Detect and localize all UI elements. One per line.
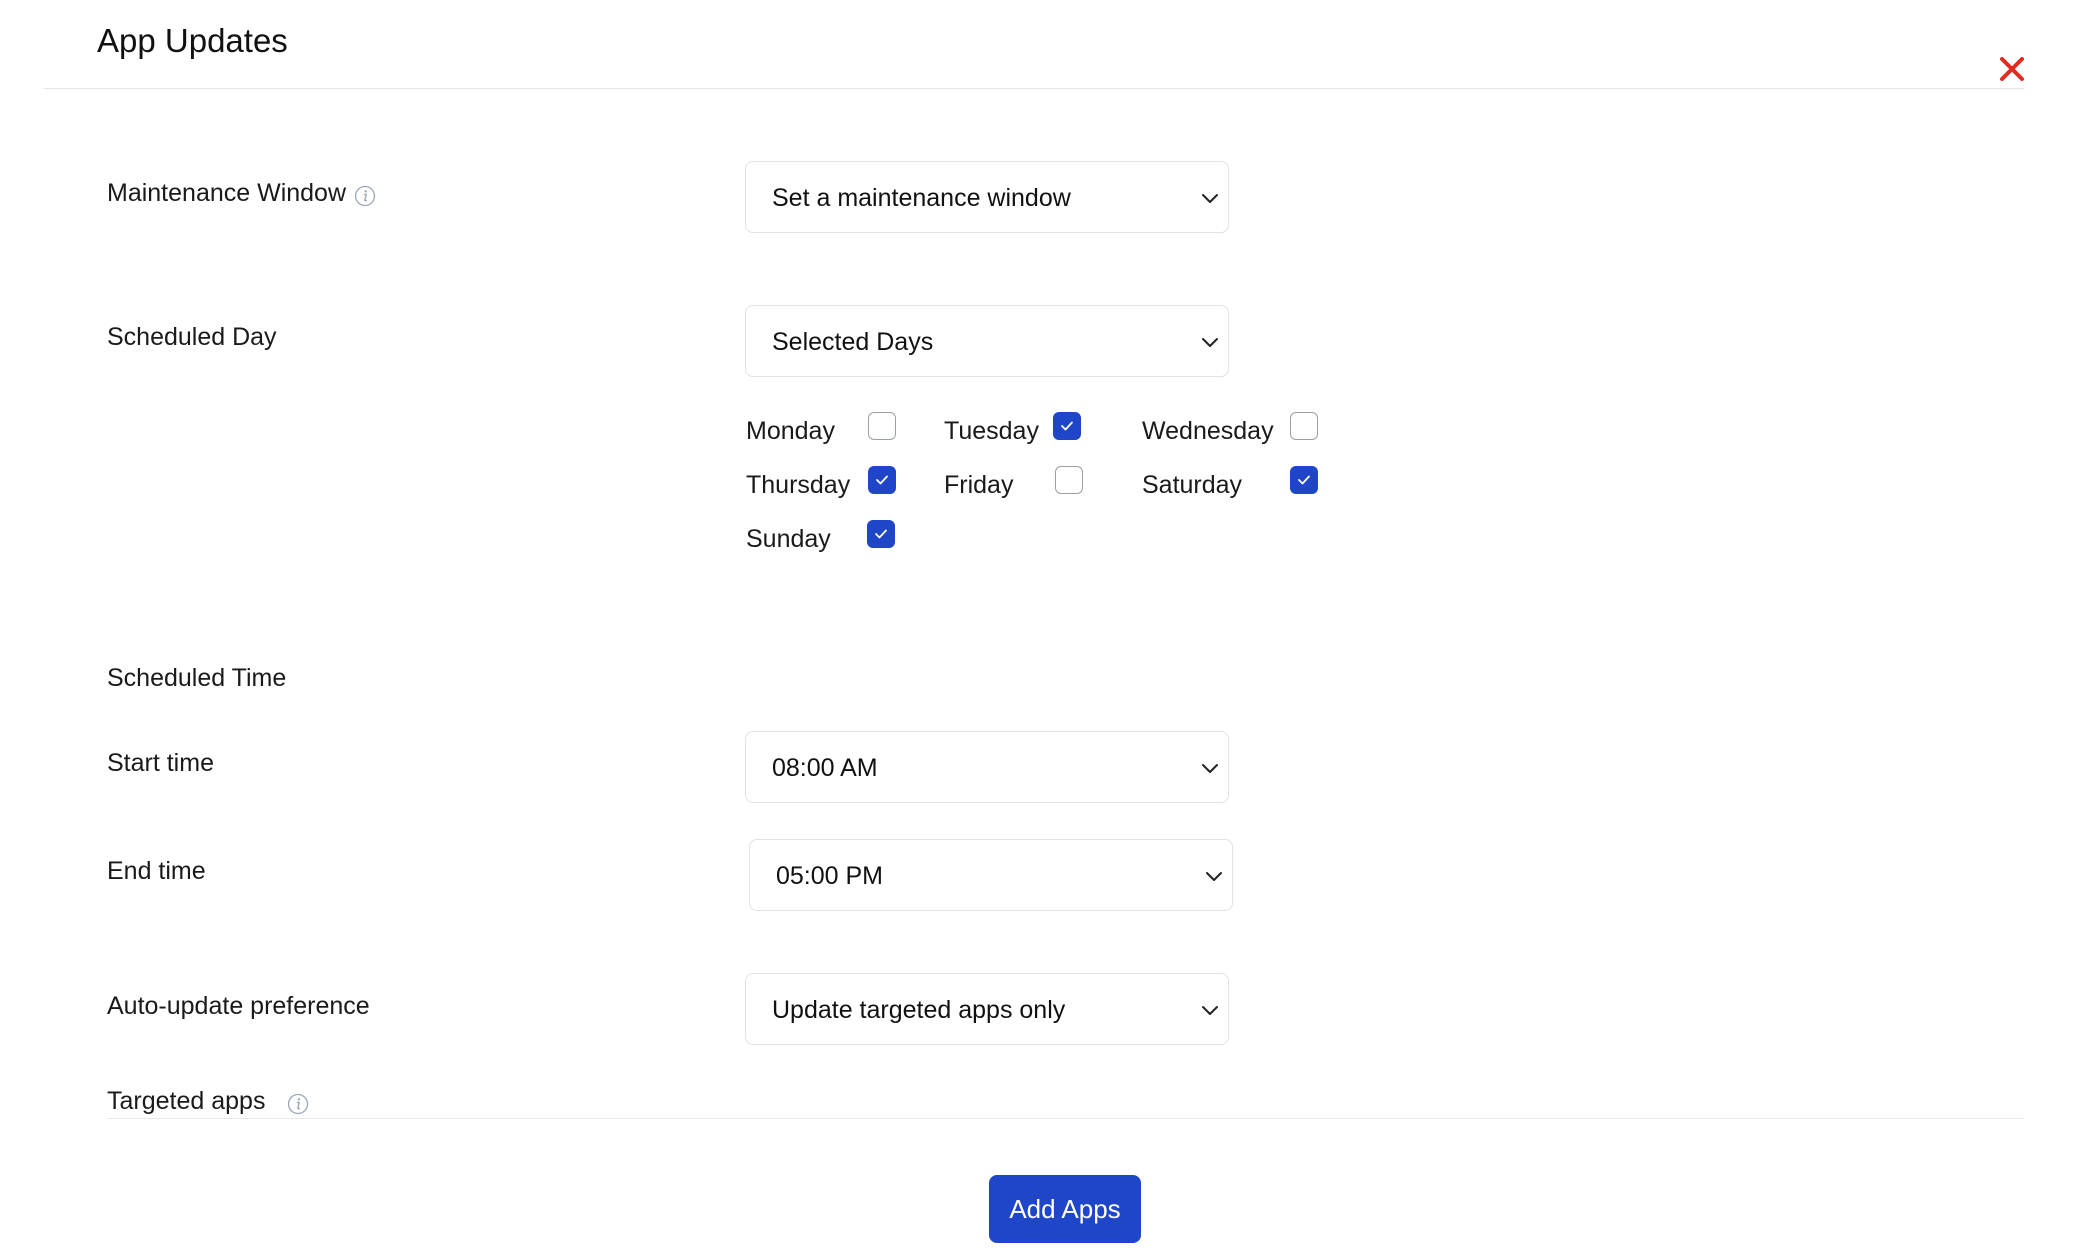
targeted-apps-divider	[107, 1118, 2024, 1119]
day-label: Sunday	[746, 525, 831, 553]
scheduled-time-label: Scheduled Time	[107, 664, 287, 692]
checkbox-saturday[interactable]	[1290, 466, 1318, 494]
scheduled-day-value: Selected Days	[772, 328, 934, 356]
chevron-down-icon	[1202, 1006, 1218, 1015]
end-time-label: End time	[107, 857, 206, 885]
targeted-apps-label: Targeted apps	[107, 1084, 309, 1118]
end-time-select[interactable]: 05:00 PM	[749, 839, 1233, 911]
checkbox-wednesday[interactable]	[1290, 412, 1318, 440]
maintenance-window-value: Set a maintenance window	[772, 184, 1071, 212]
check-icon	[875, 529, 887, 539]
maintenance-window-select[interactable]: Set a maintenance window	[745, 161, 1229, 233]
day-label: Tuesday	[944, 417, 1039, 445]
check-icon	[1061, 421, 1073, 431]
auto-update-value: Update targeted apps only	[772, 996, 1066, 1024]
maintenance-window-label-text: Maintenance Window	[107, 179, 347, 207]
check-icon	[876, 475, 888, 485]
checkbox-sunday[interactable]	[867, 520, 895, 548]
targeted-apps-label-text: Targeted apps	[107, 1087, 266, 1115]
maintenance-window-label: Maintenance Window	[107, 176, 376, 210]
day-label: Friday	[944, 471, 1014, 499]
info-icon[interactable]	[287, 1090, 309, 1115]
app-updates-dialog: App Updates Maintenance Window Set a mai…	[0, 0, 2096, 1254]
page-title: App Updates	[97, 22, 288, 59]
auto-update-label: Auto-update preference	[107, 992, 370, 1020]
scheduled-day-label: Scheduled Day	[107, 323, 277, 351]
day-label: Saturday	[1142, 471, 1243, 499]
start-time-select[interactable]: 08:00 AM	[745, 731, 1229, 803]
chevron-down-icon	[1206, 872, 1222, 881]
day-label: Thursday	[746, 471, 851, 499]
checkbox-friday[interactable]	[1055, 466, 1083, 494]
end-time-value: 05:00 PM	[776, 862, 884, 890]
checkbox-thursday[interactable]	[868, 466, 896, 494]
chevron-down-icon	[1202, 194, 1218, 203]
checkbox-tuesday[interactable]	[1053, 412, 1081, 440]
header-divider	[44, 88, 2024, 89]
checkbox-monday[interactable]	[868, 412, 896, 440]
close-button[interactable]	[1997, 54, 2027, 84]
chevron-down-icon	[1202, 764, 1218, 773]
day-label: Wednesday	[1142, 417, 1274, 445]
scheduled-day-select[interactable]: Selected Days	[745, 305, 1229, 377]
add-apps-button[interactable]: Add Apps	[989, 1175, 1141, 1243]
chevron-down-icon	[1202, 338, 1218, 347]
info-icon[interactable]	[354, 182, 376, 207]
day-label: Monday	[746, 417, 835, 445]
check-icon	[1298, 475, 1310, 485]
start-time-value: 08:00 AM	[772, 754, 878, 782]
start-time-label: Start time	[107, 749, 214, 777]
auto-update-select[interactable]: Update targeted apps only	[745, 973, 1229, 1045]
close-icon[interactable]	[1997, 54, 2027, 84]
